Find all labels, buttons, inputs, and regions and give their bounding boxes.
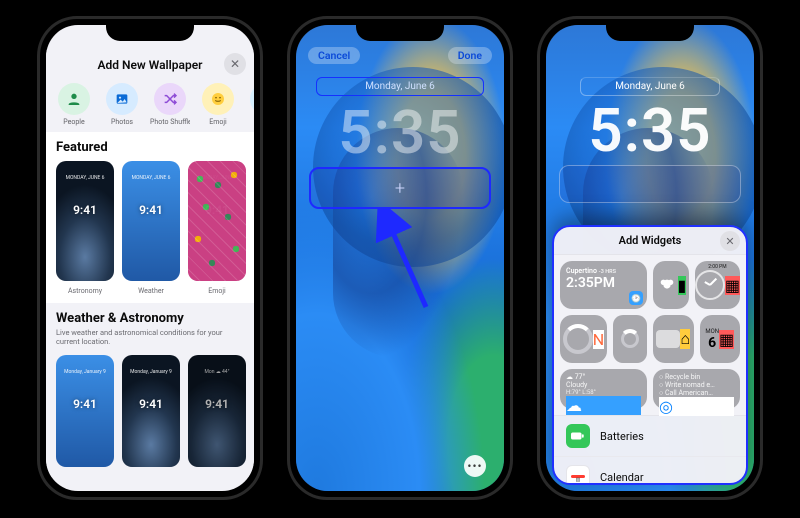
category-photo-shuffle[interactable]: Photo Shuffle [150,83,190,126]
weather-astronomy-thumbs[interactable]: Monday, January 9 9:41 Monday, January 9… [46,351,254,477]
widget-calendar-small[interactable]: MON 6 ▦ [700,315,741,363]
calendar-app-badge-icon: ▦ [725,276,740,295]
wallpaper-thumb-astronomy[interactable]: MONDAY, JUNE 6 9:41 [56,161,114,281]
battery-app-badge-icon: ▮ [678,276,687,295]
photos-icon [106,83,138,115]
thumb-label: Emoji [188,287,246,295]
category-label: Photos [111,118,133,126]
shuffle-icon [154,83,186,115]
notch [106,19,194,41]
widget-suggestions-grid: Cupertino -3 HRS 2:35PM 🕑 ▮ 2:00 PM ▦ [554,255,746,415]
close-icon: ✕ [230,57,240,71]
home-app-badge-icon: ⌂ [680,329,690,349]
widget-unknown-small[interactable] [613,315,647,363]
add-widget-slot[interactable]: + [309,167,491,209]
featured-labels: Astronomy Weather Emoji [46,285,254,303]
app-row-calendar[interactable]: ▥ Calendar [554,457,746,485]
lock-time: 5:35 [546,95,754,166]
news-app-badge-icon: N [593,330,604,349]
app-row-label: Calendar [600,471,644,484]
wallpaper-thumb[interactable]: Mon ☁ 44° 9:41 [188,355,246,467]
annotation-arrow-icon [372,207,442,317]
ellipsis-icon: ••• [467,459,482,473]
reminders-app-badge-icon: ◎ [659,397,734,416]
widget-clock-city[interactable]: Cupertino -3 HRS 2:35PM 🕑 [560,261,647,309]
lock-time-editable[interactable]: 5:35 [296,97,504,168]
phone-widget-picker: Monday, June 6 5:35 Add Widgets ✕ Cupert… [537,16,763,500]
category-label: Emoji [209,118,227,126]
widget-reminders-wide[interactable]: ○ Recycle bin ○ Write nomad e… ○ Call Am… [653,369,740,409]
wallpaper-thumb-weather[interactable]: MONDAY, JUNE 6 9:41 [122,161,180,281]
wallpaper-thumb[interactable]: Monday, January 9 9:41 [122,355,180,467]
widget-weather-wide[interactable]: ☁ 77° Cloudy H:79° L:58° ☁ [560,369,647,409]
lock-date: Monday, June 6 [580,77,720,96]
person-icon [58,83,90,115]
widget-activity-ring[interactable]: N [560,315,607,363]
battery-app-icon [566,424,590,448]
category-emoji[interactable]: Emoji [198,83,238,126]
close-button[interactable]: ✕ [224,53,246,75]
weather-icon [250,83,254,115]
widget-slot-empty[interactable] [559,165,741,203]
wallpaper-thumb[interactable]: Monday, January 9 9:41 [56,355,114,467]
panel-title: Add Widgets [619,234,682,247]
category-row[interactable]: People Photos Photo Shuffle [46,81,254,132]
airpods-icon [656,276,678,294]
phone-add-wallpaper: Add New Wallpaper ✕ People Photos [37,16,263,500]
notch [356,19,444,41]
sheet-title: Add New Wallpaper [97,58,202,72]
app-row-label: Batteries [600,430,644,443]
add-widgets-panel: Add Widgets ✕ Cupertino -3 HRS 2:35PM 🕑 [552,225,748,485]
widget-analog-clock[interactable]: 2:00 PM ▦ [695,261,740,309]
screen-add-wallpaper: Add New Wallpaper ✕ People Photos [46,25,254,491]
plus-icon: + [395,178,405,199]
category-label: People [63,118,84,126]
thumb-label: Weather [122,287,180,295]
weather-astronomy-section: Weather & Astronomy Live weather and ast… [46,303,254,351]
ring-icon [621,330,639,348]
home-icon [656,330,680,348]
weather-app-badge-icon: ☁ [566,396,641,415]
panel-header: Add Widgets ✕ [554,227,746,255]
emoji-icon [202,83,234,115]
close-icon: ✕ [725,235,734,248]
widget-home[interactable]: ⌂ [653,315,694,363]
analog-clock-icon [695,270,725,300]
screen-widget-picker: Monday, June 6 5:35 Add Widgets ✕ Cupert… [546,25,754,491]
section-heading: Weather & Astronomy [56,311,244,326]
done-button[interactable]: Done [448,47,492,64]
panel-close-button[interactable]: ✕ [720,231,740,251]
category-label: Photo Shuffle [150,118,190,126]
screen-lock-editor: Cancel Done Monday, June 6 5:35 + ••• [296,25,504,491]
calendar-app-badge-icon: ▦ [719,330,734,349]
app-row-batteries[interactable]: Batteries [554,416,746,457]
date-widget-slot[interactable]: Monday, June 6 [316,77,484,96]
phone-lock-editor: Cancel Done Monday, June 6 5:35 + ••• [287,16,513,500]
activity-ring-icon [563,324,593,354]
clock-app-badge-icon: 🕑 [629,291,643,305]
category-photos[interactable]: Photos [102,83,142,126]
calendar-app-icon: ▥ [566,465,590,485]
notch [606,19,694,41]
category-people[interactable]: People [54,83,94,126]
widget-airpods-battery[interactable]: ▮ [653,261,689,309]
featured-thumbs[interactable]: MONDAY, JUNE 6 9:41 MONDAY, JUNE 6 9:41 … [46,159,254,285]
thumb-label: Astronomy [56,287,114,295]
sheet-header: Add New Wallpaper ✕ [46,49,254,81]
featured-heading: Featured [46,132,254,159]
cancel-button[interactable]: Cancel [308,47,360,64]
wallpaper-thumb-emoji[interactable]: MONDAY, JUNE 6 9:41 [188,161,246,281]
three-phone-layout: Add New Wallpaper ✕ People Photos [0,0,800,500]
category-weather[interactable]: Weath [246,83,254,126]
section-sub: Live weather and astronomical conditions… [56,328,244,347]
widget-app-list[interactable]: Batteries ▥ Calendar [554,415,746,485]
more-button[interactable]: ••• [464,455,486,477]
